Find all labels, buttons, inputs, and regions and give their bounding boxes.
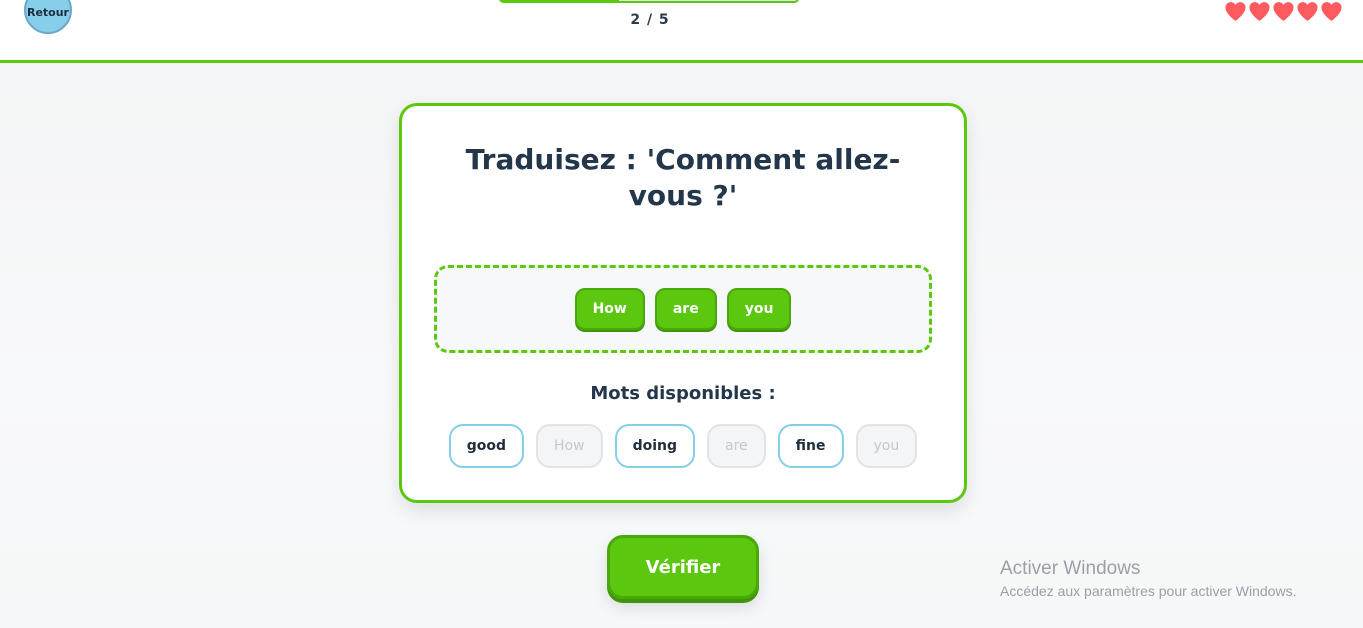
word-bank: good How doing are fine you — [402, 424, 964, 468]
word-option-used: you — [855, 424, 918, 468]
lives-indicator — [1224, 1, 1343, 26]
progress-bar-fill — [501, 0, 620, 1]
windows-activation-watermark: Activer Windows Accédez aux paramètres p… — [1000, 558, 1296, 602]
verify-button-label: Vérifier — [645, 556, 721, 578]
heart-icon — [1272, 1, 1295, 26]
selected-word-chip[interactable]: How — [574, 288, 645, 330]
word-option[interactable]: good — [448, 424, 525, 468]
selected-word-chip[interactable]: are — [654, 288, 717, 330]
verify-button[interactable]: Vérifier — [607, 535, 759, 599]
available-words-label: Mots disponibles : — [590, 383, 776, 404]
back-button[interactable]: Retour — [24, 0, 72, 34]
answer-drop-zone[interactable]: How are you — [434, 265, 932, 353]
word-option-used: are — [707, 424, 766, 468]
heart-icon — [1296, 1, 1319, 26]
watermark-title: Activer Windows — [1000, 558, 1141, 579]
top-bar: Retour 2 / 5 — [0, 0, 1363, 63]
heart-icon — [1224, 1, 1247, 26]
word-option-used: How — [536, 424, 603, 468]
progress-counter: 2 / 5 — [630, 12, 670, 28]
selected-word-chip[interactable]: you — [726, 288, 792, 330]
heart-icon — [1248, 1, 1271, 26]
heart-icon — [1320, 1, 1343, 26]
exercise-card: Traduisez : 'Comment allez-vous ?' How ar… — [399, 103, 967, 503]
back-button-label: Retour — [26, 6, 69, 19]
watermark-subtitle: Accédez aux paramètres pour activer Wind… — [1000, 583, 1297, 599]
question-prompt: Traduisez : 'Comment allez-vous ?' — [465, 143, 901, 212]
progress-bar — [499, 0, 799, 3]
word-option[interactable]: doing — [614, 424, 696, 468]
word-option[interactable]: fine — [777, 424, 844, 468]
